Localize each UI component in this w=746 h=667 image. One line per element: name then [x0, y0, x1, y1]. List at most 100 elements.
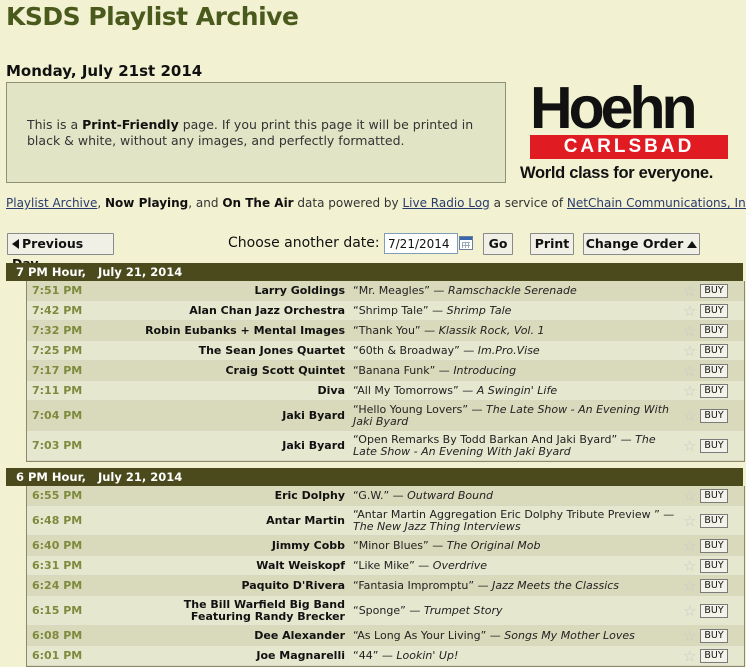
favorite-star-icon[interactable]: ☆: [683, 383, 696, 399]
buy-button[interactable]: BUY: [700, 438, 728, 453]
favorite-star-icon[interactable]: ☆: [683, 628, 696, 644]
favorite-star-icon[interactable]: ☆: [683, 513, 696, 529]
track-artist: Walt Weiskopf: [256, 558, 345, 572]
track-artist: Eric Dolphy: [274, 488, 345, 502]
buy-button[interactable]: BUY: [700, 648, 728, 663]
track-artist: Dee Alexander: [254, 628, 345, 642]
track-album: Shrimp Tale: [446, 303, 512, 317]
track-time: 7:11 PM: [32, 384, 83, 397]
buy-button[interactable]: BUY: [700, 603, 728, 618]
favorite-star-icon[interactable]: ☆: [683, 408, 696, 424]
print-friendly-notice: This is a Print-Friendly page. If you pr…: [6, 82, 506, 183]
track-album: A Swingin' Life: [476, 383, 558, 397]
track-song: “G.W.” — Outward Bound: [353, 488, 494, 502]
hour-block-7pm: 7 PM Hour, July 21, 2014 7:51 PM Larry G…: [6, 263, 745, 462]
track-song: “As Long As Your Living” — Songs My Moth…: [353, 628, 635, 642]
buy-button[interactable]: BUY: [700, 303, 728, 318]
track-album: Ramschackle Serenade: [447, 283, 577, 297]
table-row: 7:51 PM Larry Goldings “Mr. Meagles” — R…: [27, 281, 744, 301]
track-artist: Jimmy Cobb: [271, 538, 345, 552]
favorite-star-icon[interactable]: ☆: [683, 558, 696, 574]
track-time: 7:42 PM: [32, 304, 83, 317]
favorite-star-icon[interactable]: ☆: [683, 438, 696, 454]
track-time: 7:25 PM: [32, 344, 83, 357]
track-album: Trumpet Story: [423, 603, 503, 617]
track-time: 7:04 PM: [32, 409, 83, 422]
favorite-star-icon[interactable]: ☆: [683, 538, 696, 554]
track-time: 6:24 PM: [32, 579, 83, 592]
track-time: 6:01 PM: [32, 649, 83, 662]
favorite-star-icon[interactable]: ☆: [683, 603, 696, 619]
track-artist: Joe Magnarelli: [256, 648, 345, 662]
on-the-air-label: On The Air: [222, 196, 294, 210]
hour-block-6pm: 6 PM Hour, July 21, 2014 6:55 PM Eric Do…: [6, 468, 745, 667]
track-album: Outward Bound: [407, 488, 494, 502]
buy-button[interactable]: BUY: [700, 558, 728, 573]
live-radio-log-link[interactable]: Live Radio Log: [402, 196, 489, 210]
now-playing-label: Now Playing: [105, 196, 189, 210]
date-input[interactable]: [384, 233, 458, 254]
previous-day-button[interactable]: Previous Day: [7, 233, 114, 271]
table-row: 6:01 PM Joe Magnarelli “44” — Lookin' Up…: [27, 646, 744, 666]
ad-brand-logo: Hoehn: [530, 75, 698, 141]
change-order-button[interactable]: Change Order: [583, 233, 700, 255]
buy-button[interactable]: BUY: [700, 578, 728, 593]
buy-button[interactable]: BUY: [700, 323, 728, 338]
table-row: 6:40 PM Jimmy Cobb “Minor Blues” — The O…: [27, 536, 744, 556]
track-album: Klassik Rock, Vol. 1: [438, 323, 545, 337]
buy-button[interactable]: BUY: [700, 343, 728, 358]
go-button[interactable]: Go: [483, 233, 513, 255]
buy-button[interactable]: BUY: [700, 383, 728, 398]
hoehn-ad-banner[interactable]: Hoehn CARLSBAD World class for everyone.: [520, 75, 742, 186]
ad-tagline: World class for everyone.: [520, 164, 714, 182]
favorite-star-icon[interactable]: ☆: [683, 303, 696, 319]
favorite-star-icon[interactable]: ☆: [683, 343, 696, 359]
track-table: 6:55 PM Eric Dolphy “G.W.” — Outward Bou…: [26, 486, 745, 667]
table-row: 7:17 PM Craig Scott Quintet “Banana Funk…: [27, 361, 744, 381]
track-artist: Robin Eubanks + Mental Images: [145, 323, 345, 337]
buy-button[interactable]: BUY: [700, 363, 728, 378]
favorite-star-icon[interactable]: ☆: [683, 283, 696, 299]
hour-header: 7 PM Hour, July 21, 2014: [6, 263, 743, 281]
track-artist: The Bill Warfield Big Band Featuring Ran…: [183, 597, 345, 623]
track-song: “Minor Blues” — The Original Mob: [353, 538, 541, 552]
playlist-archive-link[interactable]: Playlist Archive: [6, 196, 97, 210]
table-row: 6:48 PM Antar Martin “Antar Martin Aggre…: [27, 506, 744, 536]
track-artist: Jaki Byard: [282, 408, 345, 422]
calendar-icon[interactable]: [459, 236, 473, 250]
track-album: The Original Mob: [446, 538, 541, 552]
buy-button[interactable]: BUY: [700, 513, 728, 528]
track-artist: Diva: [317, 383, 346, 397]
track-artist: Paquito D'Rivera: [241, 578, 345, 592]
table-row: 6:15 PM The Bill Warfield Big Band Featu…: [27, 596, 744, 626]
favorite-star-icon[interactable]: ☆: [683, 648, 696, 664]
buy-button[interactable]: BUY: [700, 538, 728, 553]
track-album: Jazz Meets the Classics: [492, 578, 620, 592]
buy-button[interactable]: BUY: [700, 628, 728, 643]
favorite-star-icon[interactable]: ☆: [683, 323, 696, 339]
hour-header: 6 PM Hour, July 21, 2014: [6, 468, 743, 486]
track-song: “Mr. Meagles” — Ramschackle Serenade: [353, 283, 577, 297]
track-artist: Larry Goldings: [254, 283, 345, 297]
buy-button[interactable]: BUY: [700, 283, 728, 298]
track-album: Lookin' Up!: [396, 648, 459, 662]
track-time: 6:40 PM: [32, 539, 83, 552]
netchain-link[interactable]: NetChain Communications, Inc.: [567, 196, 746, 210]
buy-button[interactable]: BUY: [700, 408, 728, 423]
track-album: Im.Pro.Vise: [477, 343, 540, 357]
print-button[interactable]: Print: [530, 233, 574, 255]
favorite-star-icon[interactable]: ☆: [683, 488, 696, 504]
track-time: 6:31 PM: [32, 559, 83, 572]
track-song: “Open Remarks By Todd Barkan And Jaki By…: [353, 432, 656, 458]
buy-button[interactable]: BUY: [700, 488, 728, 503]
track-song: “Banana Funk” — Introducing: [353, 363, 517, 377]
favorite-star-icon[interactable]: ☆: [683, 363, 696, 379]
favorite-star-icon[interactable]: ☆: [683, 578, 696, 594]
table-row: 7:42 PM Alan Chan Jazz Orchestra “Shrimp…: [27, 301, 744, 321]
track-time: 6:48 PM: [32, 514, 83, 527]
up-arrow-icon: [687, 241, 698, 248]
track-song: “Hello Young Lovers” — The Late Show - A…: [353, 402, 670, 428]
track-song: “60th & Broadway” — Im.Pro.Vise: [353, 343, 540, 357]
powered-by-line: Playlist Archive, Now Playing, and On Th…: [6, 196, 746, 210]
playlist-controls: Previous Day Choose another date: Go Pri…: [0, 232, 746, 271]
